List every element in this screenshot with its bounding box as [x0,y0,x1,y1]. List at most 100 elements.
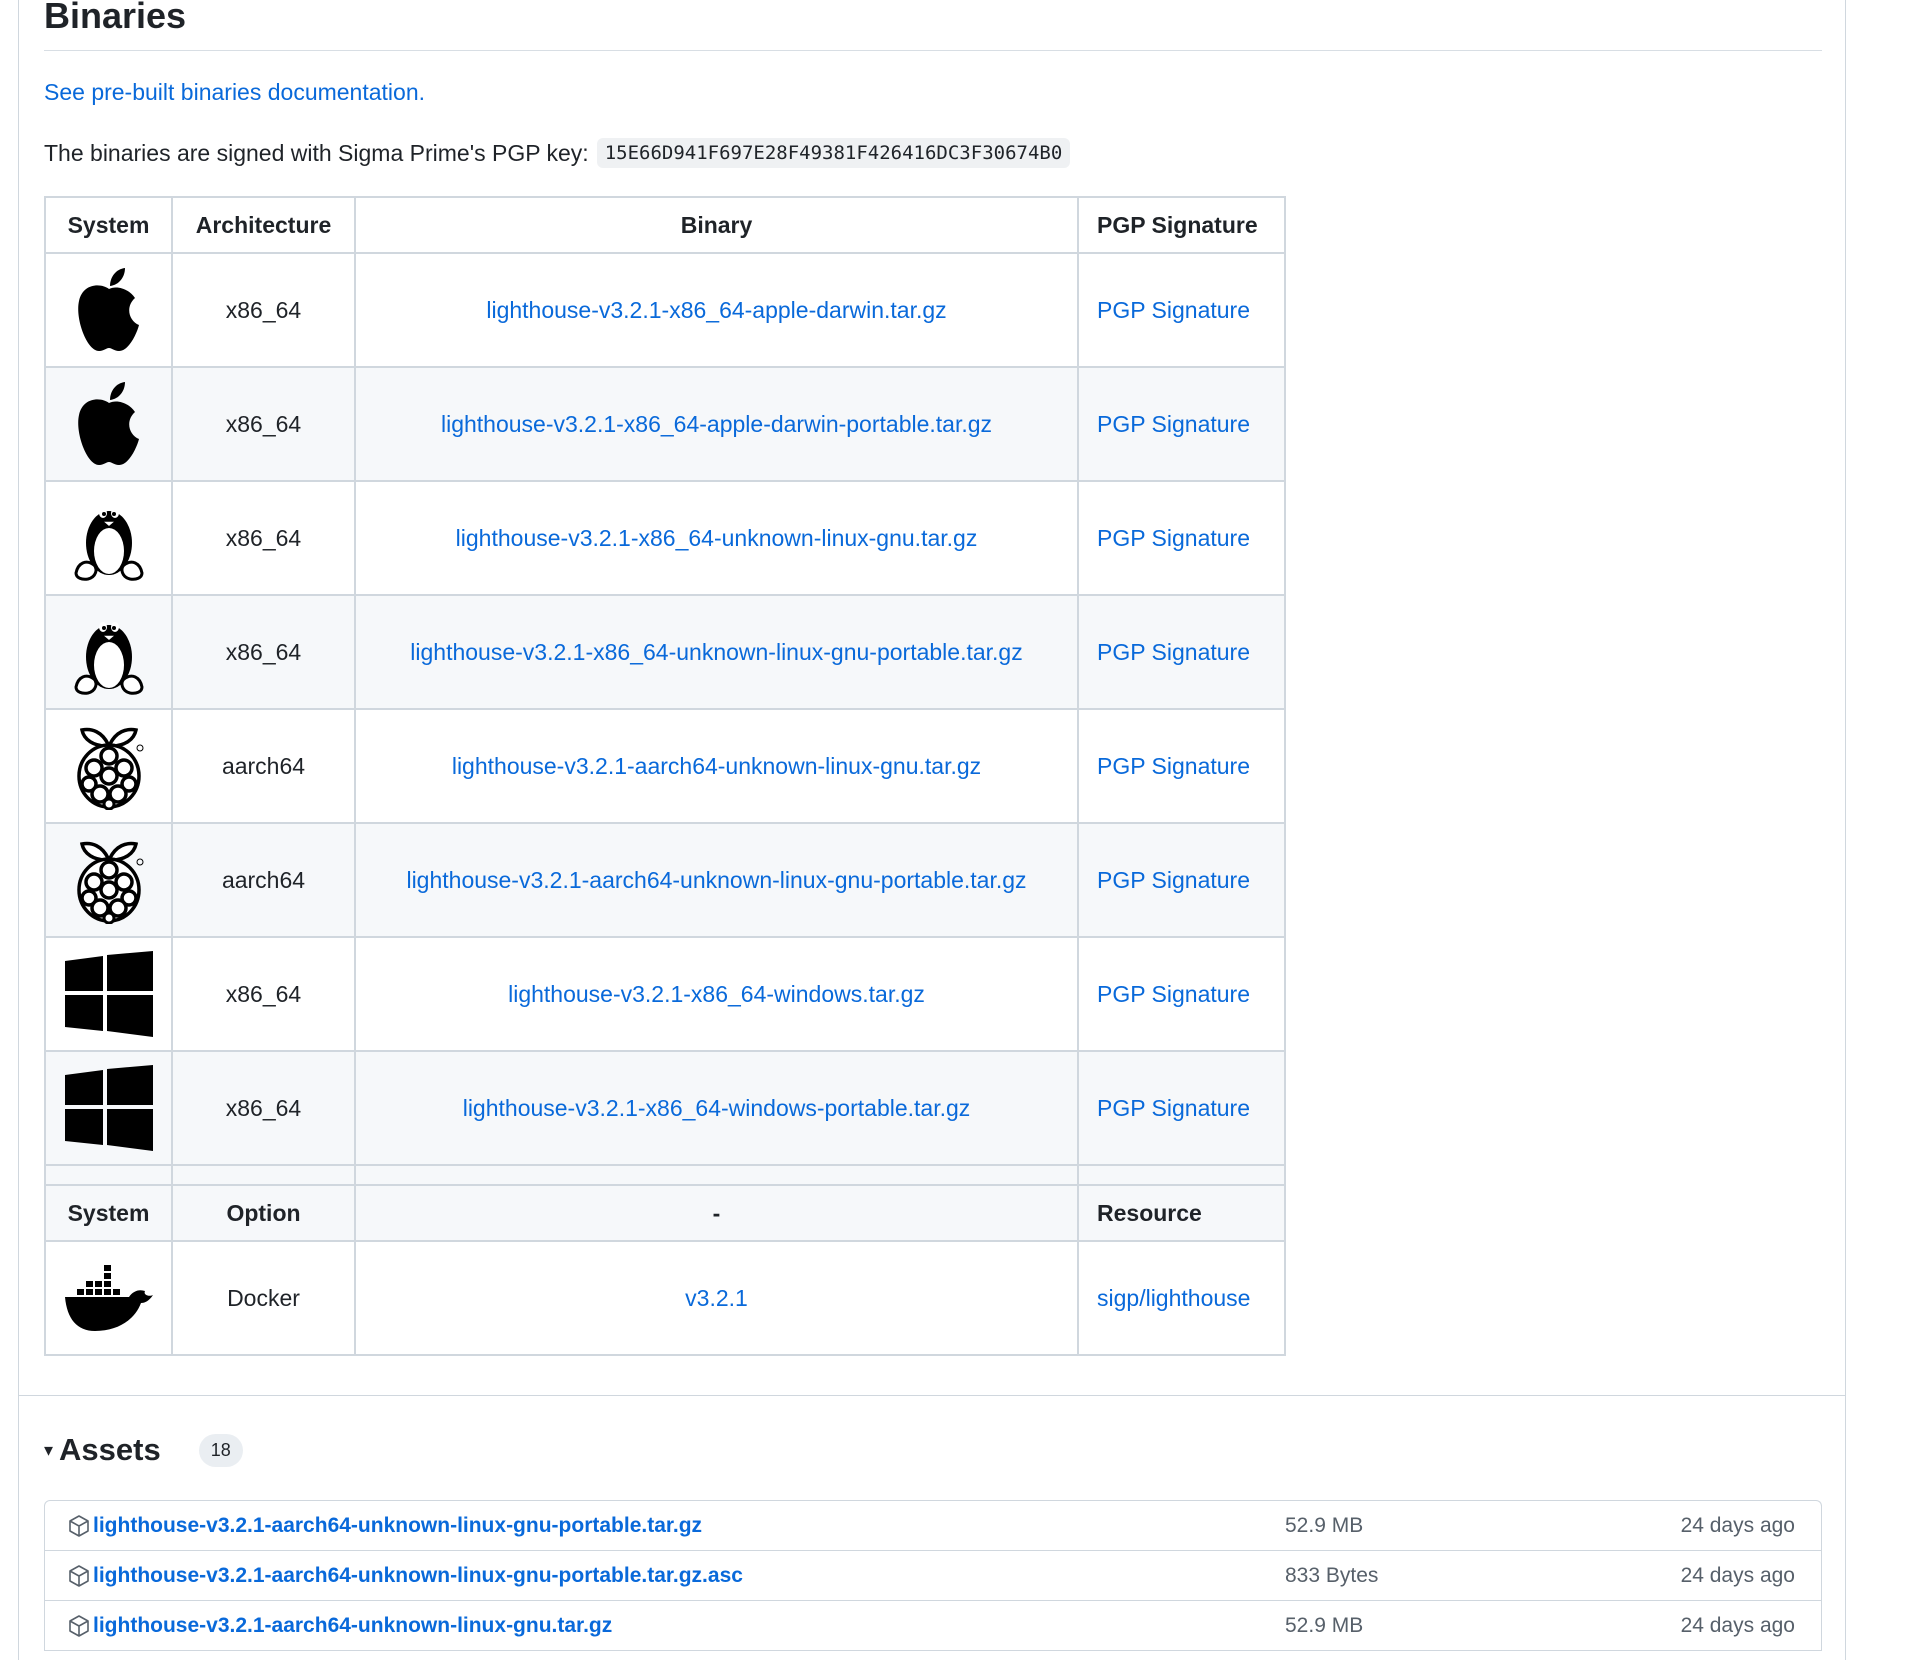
pgp-signature-link-cell: PGP Signature [1077,594,1286,710]
separator-cell [44,1164,173,1186]
docker-version-link[interactable]: v3.2.1 [685,1285,748,1311]
binary-download-link-cell: lighthouse-v3.2.1-x86_64-unknown-linux-g… [354,594,1079,710]
architecture-label: x86_64 [225,410,302,437]
package-icon [69,1615,89,1637]
architecture-label-cell: x86_64 [171,252,356,368]
header-pgp-signature: PGP Signature [1077,196,1286,254]
binary-download-link-cell: lighthouse-v3.2.1-aarch64-unknown-linux-… [354,708,1079,824]
binary-download-link-cell: lighthouse-v3.2.1-x86_64-apple-darwin-po… [354,366,1079,482]
architecture-label: x86_64 [225,980,302,1007]
package-icon [69,1515,89,1537]
separator-cell [171,1164,356,1186]
pgp-signature-link[interactable]: PGP Signature [1097,1095,1250,1121]
package-icon [69,1565,89,1587]
windows-icon [64,951,153,1037]
header-option: Option [171,1184,356,1242]
asset-row: lighthouse-v3.2.1-aarch64-unknown-linux-… [45,1551,1821,1601]
binary-download-link[interactable]: lighthouse-v3.2.1-x86_64-apple-darwin.ta… [486,297,946,323]
windows-icon [64,1065,153,1151]
table-separator-row [44,1164,1286,1186]
pgp-signature-link[interactable]: PGP Signature [1097,297,1250,323]
system-cell [44,1240,173,1356]
pgp-signature-link-cell: PGP Signature [1077,252,1286,368]
pgp-signature-link[interactable]: PGP Signature [1097,753,1250,779]
docker-icon [64,1265,153,1331]
pgp-signature-link[interactable]: PGP Signature [1097,525,1250,551]
card-divider [19,1395,1845,1396]
system-cell [44,594,173,710]
docker-resource-link[interactable]: sigp/lighthouse [1097,1285,1250,1311]
pgp-signature-link[interactable]: PGP Signature [1097,411,1250,437]
header-dash: - [354,1184,1079,1242]
pgp-signature-link[interactable]: PGP Signature [1097,867,1250,893]
asset-row: lighthouse-v3.2.1-aarch64-unknown-linux-… [45,1601,1821,1651]
asset-date: 24 days ago [1680,1613,1795,1637]
binary-download-link[interactable]: lighthouse-v3.2.1-x86_64-unknown-linux-g… [456,525,978,551]
binary-download-link-cell: lighthouse-v3.2.1-aarch64-unknown-linux-… [354,822,1079,938]
header-system: System [44,196,173,254]
assets-title: Assets [59,1432,161,1467]
architecture-label: x86_64 [225,638,302,665]
architecture-label: x86_64 [225,296,302,323]
assets-toggle[interactable]: ▾ Assets 18 [44,1432,243,1468]
docker-header-row: System Option - Resource [44,1184,1286,1242]
binary-download-link[interactable]: lighthouse-v3.2.1-x86_64-apple-darwin-po… [441,411,992,437]
system-cell [44,936,173,1052]
docker-option-label: Docker [227,1284,300,1311]
asset-list: lighthouse-v3.2.1-aarch64-unknown-linux-… [44,1500,1822,1651]
header-system-2: System [44,1184,173,1242]
table-row: aarch64 lighthouse-v3.2.1-aarch64-unknown… [44,708,1286,824]
asset-size: 833 Bytes [1285,1563,1379,1587]
pgp-key-line: The binaries are signed with Sigma Prime… [44,138,1071,168]
pgp-signature-link[interactable]: PGP Signature [1097,981,1250,1007]
asset-download-link[interactable]: lighthouse-v3.2.1-aarch64-unknown-linux-… [93,1514,702,1538]
apple-icon [77,268,139,351]
architecture-label: aarch64 [221,866,306,893]
binary-download-link[interactable]: lighthouse-v3.2.1-x86_64-windows-portabl… [463,1095,971,1121]
header-binary: Binary [354,196,1079,254]
pgp-signature-link-cell: PGP Signature [1077,480,1286,596]
table-header-row: System Architecture Binary PGP Signature [44,196,1286,254]
architecture-label-cell: x86_64 [171,936,356,1052]
system-cell [44,1050,173,1166]
separator-cell [354,1164,1079,1186]
table-row: x86_64 lighthouse-v3.2.1-x86_64-apple-dar… [44,366,1286,482]
apple-icon [77,382,139,465]
architecture-label-cell: x86_64 [171,1050,356,1166]
asset-download-link[interactable]: lighthouse-v3.2.1-aarch64-unknown-linux-… [93,1614,612,1638]
pgp-signature-link-cell: PGP Signature [1077,708,1286,824]
binary-download-link[interactable]: lighthouse-v3.2.1-aarch64-unknown-linux-… [452,753,981,779]
pgp-signature-link[interactable]: PGP Signature [1097,639,1250,665]
pgp-key-code: 15E66D941F697E28F49381F426416DC3F30674B0 [596,138,1071,168]
docker-row: Docker v3.2.1 sigp/lighthouse [44,1240,1286,1356]
table-row: x86_64 lighthouse-v3.2.1-x86_64-windows-p… [44,1050,1286,1166]
raspberry-pi-icon [76,727,143,810]
architecture-label-cell: x86_64 [171,366,356,482]
asset-row: lighthouse-v3.2.1-aarch64-unknown-linux-… [45,1501,1821,1551]
binary-download-link-cell: lighthouse-v3.2.1-x86_64-unknown-linux-g… [354,480,1079,596]
system-cell [44,708,173,824]
heading-divider [44,50,1822,51]
section-heading: Binaries [44,0,187,36]
docker-resource-link-cell: sigp/lighthouse [1077,1240,1286,1356]
pgp-signature-link-cell: PGP Signature [1077,366,1286,482]
binary-download-link[interactable]: lighthouse-v3.2.1-x86_64-windows.tar.gz [508,981,925,1007]
assets-count-badge: 18 [198,1433,243,1467]
architecture-label: x86_64 [225,1094,302,1121]
architecture-label-cell: x86_64 [171,594,356,710]
header-architecture: Architecture [171,196,356,254]
pgp-signature-link-cell: PGP Signature [1077,1050,1286,1166]
architecture-label-cell: aarch64 [171,822,356,938]
header-resource: Resource [1077,1184,1286,1242]
caret-down-icon: ▾ [44,1439,54,1460]
binary-download-link[interactable]: lighthouse-v3.2.1-x86_64-unknown-linux-g… [410,639,1022,665]
linux-tux-icon [73,622,144,695]
table-row: x86_64 lighthouse-v3.2.1-x86_64-unknown-l… [44,480,1286,596]
binaries-docs-link[interactable]: See pre-built binaries documentation. [44,79,425,106]
binary-download-link[interactable]: lighthouse-v3.2.1-aarch64-unknown-linux-… [406,867,1026,893]
system-cell [44,366,173,482]
table-row: x86_64 lighthouse-v3.2.1-x86_64-unknown-l… [44,594,1286,710]
pgp-key-text: The binaries are signed with Sigma Prime… [44,139,589,166]
asset-download-link[interactable]: lighthouse-v3.2.1-aarch64-unknown-linux-… [93,1564,743,1588]
asset-size: 52.9 MB [1285,1513,1364,1537]
